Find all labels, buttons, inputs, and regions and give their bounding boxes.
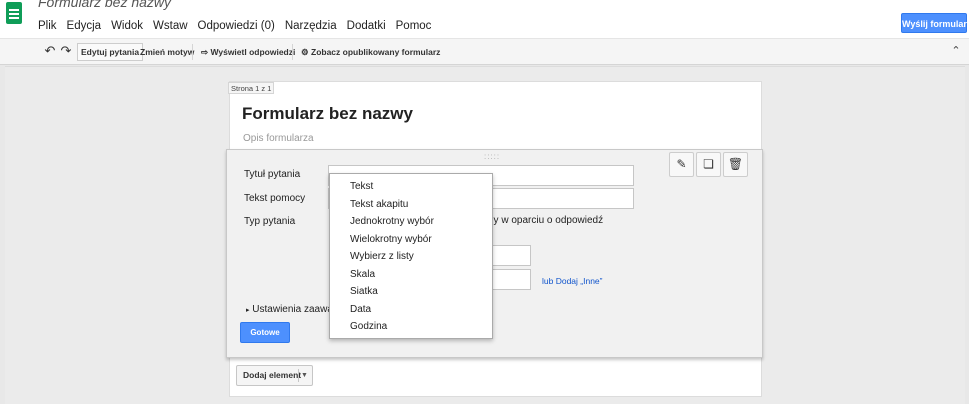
trash-icon[interactable]: 🗑 xyxy=(723,152,748,177)
help-text-label: Tekst pomocy xyxy=(244,193,306,204)
send-form-button[interactable]: Wyślij formularz xyxy=(901,13,969,33)
menu-widok[interactable]: Widok xyxy=(106,19,148,33)
copy-icon[interactable]: ❏ xyxy=(696,152,721,177)
type-option-tekst[interactable]: Tekst xyxy=(350,181,373,192)
question-title-label: Tytuł pytania xyxy=(244,169,301,180)
chevron-up-icon[interactable]: ⌃ xyxy=(949,44,963,58)
advanced-settings-label: Ustawienia zaawan xyxy=(252,304,339,315)
toolbar-divider xyxy=(192,44,193,60)
redo-icon[interactable]: ↷ xyxy=(58,43,74,59)
view-responses-button[interactable]: ⇨ Wyświetl odpowiedzi xyxy=(197,43,299,61)
published-form-icon: ⚙ xyxy=(301,47,309,57)
view-responses-label: Wyświetl odpowiedzi xyxy=(210,47,296,57)
form-description[interactable]: Opis formularza xyxy=(243,133,314,144)
drag-handle-icon[interactable]: ::::: xyxy=(484,152,500,161)
menu-plik[interactable]: Plik xyxy=(33,19,62,33)
chevron-down-icon[interactable]: ▼ xyxy=(301,366,308,385)
pencil-icon[interactable]: ✎ xyxy=(669,152,694,177)
edit-questions-button[interactable]: Edytuj pytania xyxy=(77,43,144,61)
add-element-button[interactable]: Dodaj element ▼ xyxy=(236,365,313,386)
undo-icon[interactable]: ↶ xyxy=(42,43,58,59)
type-option-list[interactable]: Wybierz z listy xyxy=(350,251,414,262)
add-element-label: Dodaj element xyxy=(243,370,302,380)
triangle-right-icon: ▸ xyxy=(246,307,250,314)
type-option-time[interactable]: Godzina xyxy=(350,321,387,332)
change-theme-button[interactable]: Zmień motyw xyxy=(136,43,198,61)
menu-pomoc[interactable]: Pomoc xyxy=(391,19,437,33)
toolbar-divider xyxy=(292,44,293,60)
type-option-grid[interactable]: Siatka xyxy=(350,286,378,297)
type-option-scale[interactable]: Skala xyxy=(350,269,375,280)
split-divider xyxy=(298,369,299,382)
question-type-dropdown: Tekst Tekst akapitu Jednokrotny wybór Wi… xyxy=(329,173,493,339)
done-button[interactable]: Gotowe xyxy=(240,322,290,343)
menu-edycja[interactable]: Edycja xyxy=(62,19,107,33)
form-title[interactable]: Formularz bez nazwy xyxy=(242,104,413,124)
menu-wstaw[interactable]: Wstaw xyxy=(148,19,193,33)
toolbar: ↶ ↷ Edytuj pytania Zmień motyw ⇨ Wyświet… xyxy=(0,38,969,65)
page-navigation-text[interactable]: ny w oparciu o odpowiedź xyxy=(488,215,603,226)
type-option-date[interactable]: Data xyxy=(350,304,371,315)
menu-dodatki[interactable]: Dodatki xyxy=(342,19,391,33)
app-bar: Formularz bez nazwy Plik Edycja Widok Ws… xyxy=(0,0,969,38)
responses-icon: ⇨ xyxy=(201,47,209,57)
add-other-link[interactable]: lub Dodaj „Inne” xyxy=(542,276,602,286)
document-title[interactable]: Formularz bez nazwy xyxy=(38,0,171,10)
menu-odpowiedzi[interactable]: Odpowiedzi (0) xyxy=(193,19,280,33)
menu-bar: Plik Edycja Widok Wstaw Odpowiedzi (0) N… xyxy=(33,19,436,33)
type-option-multiple-choice[interactable]: Jednokrotny wybór xyxy=(350,216,434,227)
type-option-paragraph[interactable]: Tekst akapitu xyxy=(350,199,408,210)
advanced-settings-toggle[interactable]: ▸ Ustawienia zaawan xyxy=(246,304,338,315)
page-label: Strona 1 z 1 xyxy=(228,82,275,94)
forms-logo-icon[interactable] xyxy=(6,2,22,24)
type-option-checkboxes[interactable]: Wielokrotny wybór xyxy=(350,234,432,245)
menu-narzedzia[interactable]: Narzędzia xyxy=(280,19,342,33)
question-type-label: Typ pytania xyxy=(244,216,296,227)
view-published-label: Zobacz opublikowany formularz xyxy=(311,47,441,57)
view-published-button[interactable]: ⚙ Zobacz opublikowany formularz xyxy=(297,43,444,61)
